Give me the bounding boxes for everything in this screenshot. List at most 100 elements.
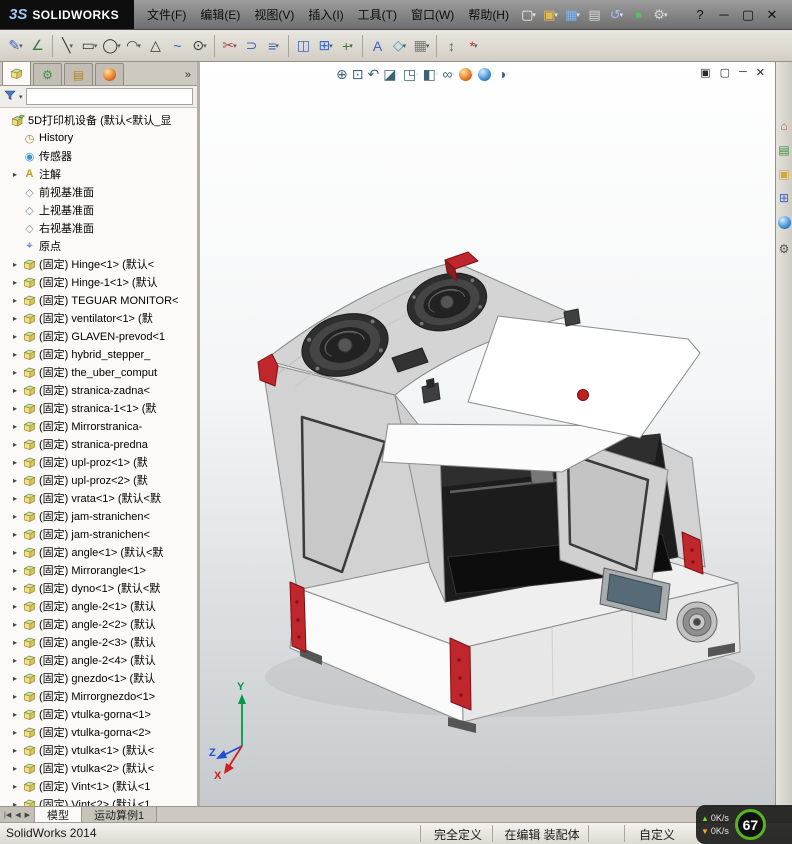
expand-arrow-icon[interactable]: ▸ [13, 692, 22, 701]
expand-arrow-icon[interactable]: ▸ [13, 494, 22, 503]
sheet-tab-运动算例1[interactable]: 运动算例1 [81, 807, 158, 822]
save-icon-dropdown[interactable]: ▾ [576, 11, 580, 19]
move-entities-icon[interactable]: + ▾ [337, 34, 358, 58]
expand-arrow-icon[interactable]: ▸ [13, 260, 22, 269]
open-file-icon[interactable]: ▣ ▾ [540, 4, 561, 25]
display-style-icon[interactable]: ◧ ▾ [423, 65, 439, 83]
tree-item[interactable]: ◇ 右视基准面 [0, 219, 197, 237]
zoom-area-icon[interactable]: ⊡ [352, 65, 364, 83]
prev-sheet-icon[interactable]: ◀ [15, 811, 20, 819]
expand-arrow-icon[interactable]: ▸ [13, 602, 22, 611]
filter-dropdown-icon[interactable]: ▾ [19, 93, 23, 101]
trim-entities-icon[interactable]: ✂ ▾ [219, 34, 240, 58]
rebuild-icon[interactable]: ● [628, 4, 649, 25]
menu-item[interactable]: 帮助(H) [461, 0, 516, 30]
expand-arrow-icon[interactable]: ▸ [13, 368, 22, 377]
reference-geometry-icon-dropdown[interactable]: ▾ [474, 42, 478, 50]
next-sheet-icon[interactable]: ▶ [25, 811, 30, 819]
propertymanager-tab[interactable]: ⚙ [33, 63, 62, 85]
circle-icon[interactable]: ◯ ▾ [101, 34, 122, 58]
tree-item[interactable]: ▸ (固定) upl-proz<2> (默 [0, 471, 197, 489]
apply-scene-icon-dropdown[interactable]: ▾ [490, 70, 494, 78]
menu-item[interactable]: 编辑(E) [193, 0, 247, 30]
boost-score-button[interactable]: 67 [734, 809, 766, 840]
first-sheet-icon[interactable]: |◀ [4, 811, 11, 819]
sketch-icon[interactable]: ✎ ▾ [5, 34, 26, 58]
instant2d-icon[interactable]: ↕ [441, 34, 462, 58]
home-icon[interactable]: ⌂ [780, 120, 787, 132]
view-settings-icon[interactable]: ◑ ▾ [498, 65, 509, 83]
section-view-icon[interactable]: ◪ ▾ [383, 65, 399, 83]
maximize-icon[interactable]: ▢ [736, 4, 760, 26]
tree-item[interactable]: ▸ (固定) angle-2<2> (默认 [0, 615, 197, 633]
tree-item[interactable]: ▸ (固定) ventilator<1> (默 [0, 309, 197, 327]
expand-arrow-icon[interactable]: ▸ [13, 278, 22, 287]
smart-dimension-icon[interactable]: ∠ [27, 34, 48, 58]
polygon-icon[interactable]: △ [145, 34, 166, 58]
tree-item[interactable]: ▸ (固定) the_uber_comput [0, 363, 197, 381]
expand-arrow-icon[interactable]: ▸ [13, 656, 22, 665]
expand-arrow-icon[interactable]: ▸ [13, 512, 22, 521]
sketch-icon-dropdown[interactable]: ▾ [19, 42, 23, 50]
close-icon[interactable]: ✕ [760, 4, 784, 26]
previous-view-icon[interactable]: ↶ [367, 65, 379, 83]
tree-item[interactable]: ▸ (固定) GLAVEN-prevod<1 [0, 327, 197, 345]
menu-item[interactable]: 工具(T) [351, 0, 404, 30]
minimize-doc-icon[interactable]: ─ [739, 66, 747, 79]
expand-arrow-icon[interactable]: ▸ [13, 584, 22, 593]
displaymanager-tab[interactable] [95, 63, 124, 85]
tree-item[interactable]: ▸ (固定) Mirrorstranica- [0, 417, 197, 435]
tree-item[interactable]: ▸ (固定) stranica-1<1> (默 [0, 399, 197, 417]
expand-arrow-icon[interactable]: ▸ [13, 746, 22, 755]
text-icon[interactable]: A [367, 34, 388, 58]
rectangle-icon[interactable]: ▭ ▾ [79, 34, 100, 58]
tree-item[interactable]: ▸ (固定) stranica-predna [0, 435, 197, 453]
tree-item[interactable]: ◇ 上视基准面 [0, 201, 197, 219]
tree-item[interactable]: ▸ (固定) TEGUAR MONITOR< [0, 291, 197, 309]
expand-arrow-icon[interactable]: ▸ [13, 620, 22, 629]
reference-geometry-icon[interactable]: * ▾ [463, 34, 484, 58]
view-settings-icon-dropdown[interactable]: ▾ [505, 70, 509, 78]
tree-item[interactable]: ▸ (固定) vtulka-gorna<1> [0, 705, 197, 723]
view-orientation-icon[interactable]: ◳ ▾ [403, 65, 419, 83]
expand-arrow-icon[interactable]: ▸ [13, 170, 22, 179]
tree-item[interactable]: ▸ (固定) vtulka-gorna<2> [0, 723, 197, 741]
tree-item[interactable]: ▸ A 注解 [0, 165, 197, 183]
featuremanager-tab[interactable] [2, 62, 31, 85]
circle-icon-dropdown[interactable]: ▾ [117, 42, 121, 50]
custom-properties-icon[interactable]: ⚙ [779, 243, 790, 255]
quick-snaps-icon[interactable]: ▦ ▾ [411, 34, 432, 58]
mirror-entities-icon[interactable]: ◫ [293, 34, 314, 58]
filter-input[interactable] [25, 88, 193, 105]
zoom-fit-icon[interactable]: ⊕ [336, 65, 348, 83]
cascade-icon[interactable]: ▣ [700, 66, 710, 79]
tree-item[interactable]: ▸ (固定) jam-stranichen< [0, 507, 197, 525]
file-explorer-icon[interactable]: ▣ [778, 168, 789, 180]
tree-item[interactable]: ▸ (固定) jam-stranichen< [0, 525, 197, 543]
tree-item[interactable]: ▸ (固定) angle-2<4> (默认 [0, 651, 197, 669]
expand-arrow-icon[interactable]: ▸ [13, 674, 22, 683]
tree-item[interactable]: ▸ (固定) vtulka<1> (默认< [0, 741, 197, 759]
expand-arrow-icon[interactable]: ▸ [13, 764, 22, 773]
undo-icon-dropdown[interactable]: ▾ [620, 11, 624, 19]
tree-item[interactable]: ▸ (固定) upl-proz<1> (默 [0, 453, 197, 471]
quick-snaps-icon-dropdown[interactable]: ▾ [426, 42, 430, 50]
ellipse-icon-dropdown[interactable]: ▾ [203, 42, 207, 50]
section-view-icon-dropdown[interactable]: ▾ [395, 70, 399, 78]
print-icon[interactable]: ▤ [584, 4, 605, 25]
save-icon[interactable]: ▦ ▾ [562, 4, 583, 25]
plane-icon-dropdown[interactable]: ▾ [403, 42, 407, 50]
tree-item[interactable]: ▸ (固定) angle-2<1> (默认 [0, 597, 197, 615]
tree-root[interactable]: 5D打印机设备 (默认<默认_显 [0, 111, 197, 129]
menu-item[interactable]: 插入(I) [301, 0, 350, 30]
options-icon[interactable]: ⚙ ▾ [650, 4, 671, 25]
line-icon[interactable]: ╲ ▾ [57, 34, 78, 58]
tree-item[interactable]: ▸ (固定) Hinge<1> (默认< [0, 255, 197, 273]
offset-entities-icon[interactable]: ≡ ▾ [263, 34, 284, 58]
expand-arrow-icon[interactable]: ▸ [13, 296, 22, 305]
hide-show-items-icon[interactable]: ∞ ▾ [442, 65, 455, 83]
hide-show-items-icon-dropdown[interactable]: ▾ [451, 70, 455, 78]
appearances-icon[interactable] [777, 216, 791, 231]
open-file-icon-dropdown[interactable]: ▾ [554, 11, 558, 19]
help-icon[interactable]: ? [688, 4, 712, 26]
